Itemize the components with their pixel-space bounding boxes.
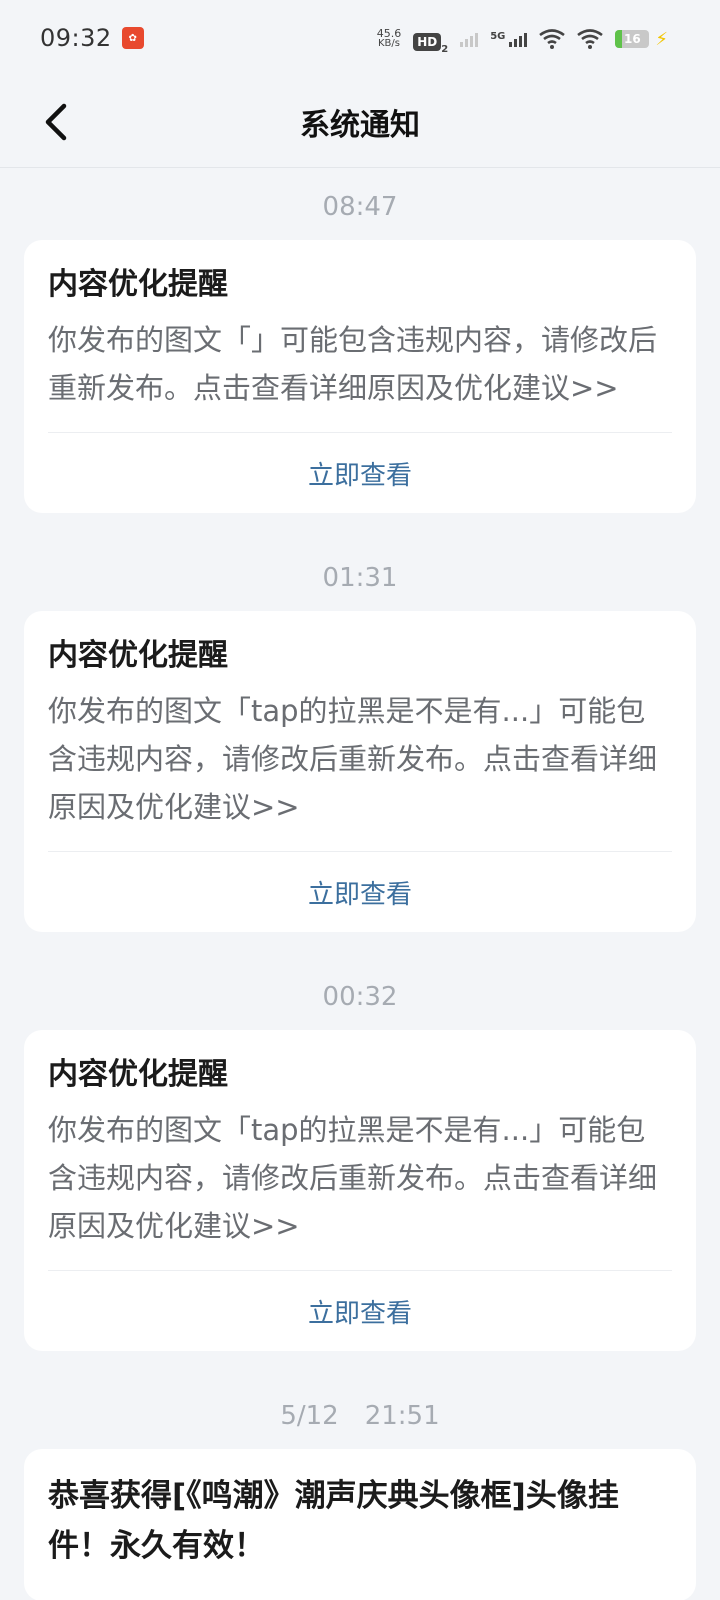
wifi-icon-2 xyxy=(577,29,604,50)
notification-title: 内容优化提醒 xyxy=(48,1057,228,1092)
notification-title: 内容优化提醒 xyxy=(48,267,228,302)
notification-card[interactable]: 内容优化提醒 你发布的图文「tap的拉黑是不是有...」可能包含违规内容，请修改… xyxy=(24,611,696,932)
signal-weak-icon xyxy=(460,31,479,48)
net-speed-unit: KB/s xyxy=(377,38,400,50)
notification-card[interactable]: 内容优化提醒 你发布的图文「」可能包含违规内容，请修改后重新发布。点击查看详细原… xyxy=(24,240,696,513)
wifi-icon-1 xyxy=(539,29,566,50)
notification-time: 01:31 xyxy=(322,563,398,593)
view-now-button[interactable]: 立即查看 xyxy=(48,1271,672,1351)
notification-time: 00:32 xyxy=(322,982,398,1012)
page-title: 系统通知 xyxy=(300,107,420,143)
notification-list[interactable]: 08:47 内容优化提醒 你发布的图文「」可能包含违规内容，请修改后重新发布。点… xyxy=(0,168,720,1600)
charging-icon: ⚡ xyxy=(655,28,668,50)
battery-level: 16 xyxy=(624,32,641,47)
hd-voice-icon: HD2 xyxy=(413,24,448,55)
notification-title: 恭喜获得[《鸣潮》潮声庆典头像框]头像挂件！永久有效！ xyxy=(48,1478,619,1564)
notification-time: 5/12 21:51 xyxy=(280,1401,440,1431)
status-time: 09:32 xyxy=(40,24,112,52)
notification-body: 你发布的图文「tap的拉黑是不是有...」可能包含违规内容，请修改后重新发布。点… xyxy=(48,687,672,852)
view-now-button[interactable]: 立即查看 xyxy=(48,852,672,932)
status-icons: 45.6 KB/s HD2 5G 16 ⚡ xyxy=(377,24,668,55)
view-now-button[interactable]: 立即查看 xyxy=(48,433,672,513)
nav-bar: 系统通知 xyxy=(0,76,720,168)
notification-title: 内容优化提醒 xyxy=(48,638,228,673)
notification-card[interactable]: 恭喜获得[《鸣潮》潮声庆典头像框]头像挂件！永久有效！ xyxy=(24,1449,696,1600)
back-button[interactable] xyxy=(30,96,82,148)
status-bar: 09:32 ✿ 45.6 KB/s HD2 5G 16 ⚡ xyxy=(0,0,720,76)
notification-body: 你发布的图文「」可能包含违规内容，请修改后重新发布。点击查看详细原因及优化建议>… xyxy=(48,316,672,433)
signal-5g-icon: 5G xyxy=(490,31,528,48)
battery-icon: 16 xyxy=(615,30,650,49)
notification-time: 08:47 xyxy=(322,192,398,222)
notification-body: 你发布的图文「tap的拉黑是不是有...」可能包含违规内容，请修改后重新发布。点… xyxy=(48,1106,672,1271)
app-notification-icon: ✿ xyxy=(121,27,144,49)
notification-card[interactable]: 内容优化提醒 你发布的图文「tap的拉黑是不是有...」可能包含违规内容，请修改… xyxy=(24,1030,696,1351)
net-speed: 45.6 KB/s xyxy=(377,28,402,50)
chevron-left-icon xyxy=(45,103,67,141)
